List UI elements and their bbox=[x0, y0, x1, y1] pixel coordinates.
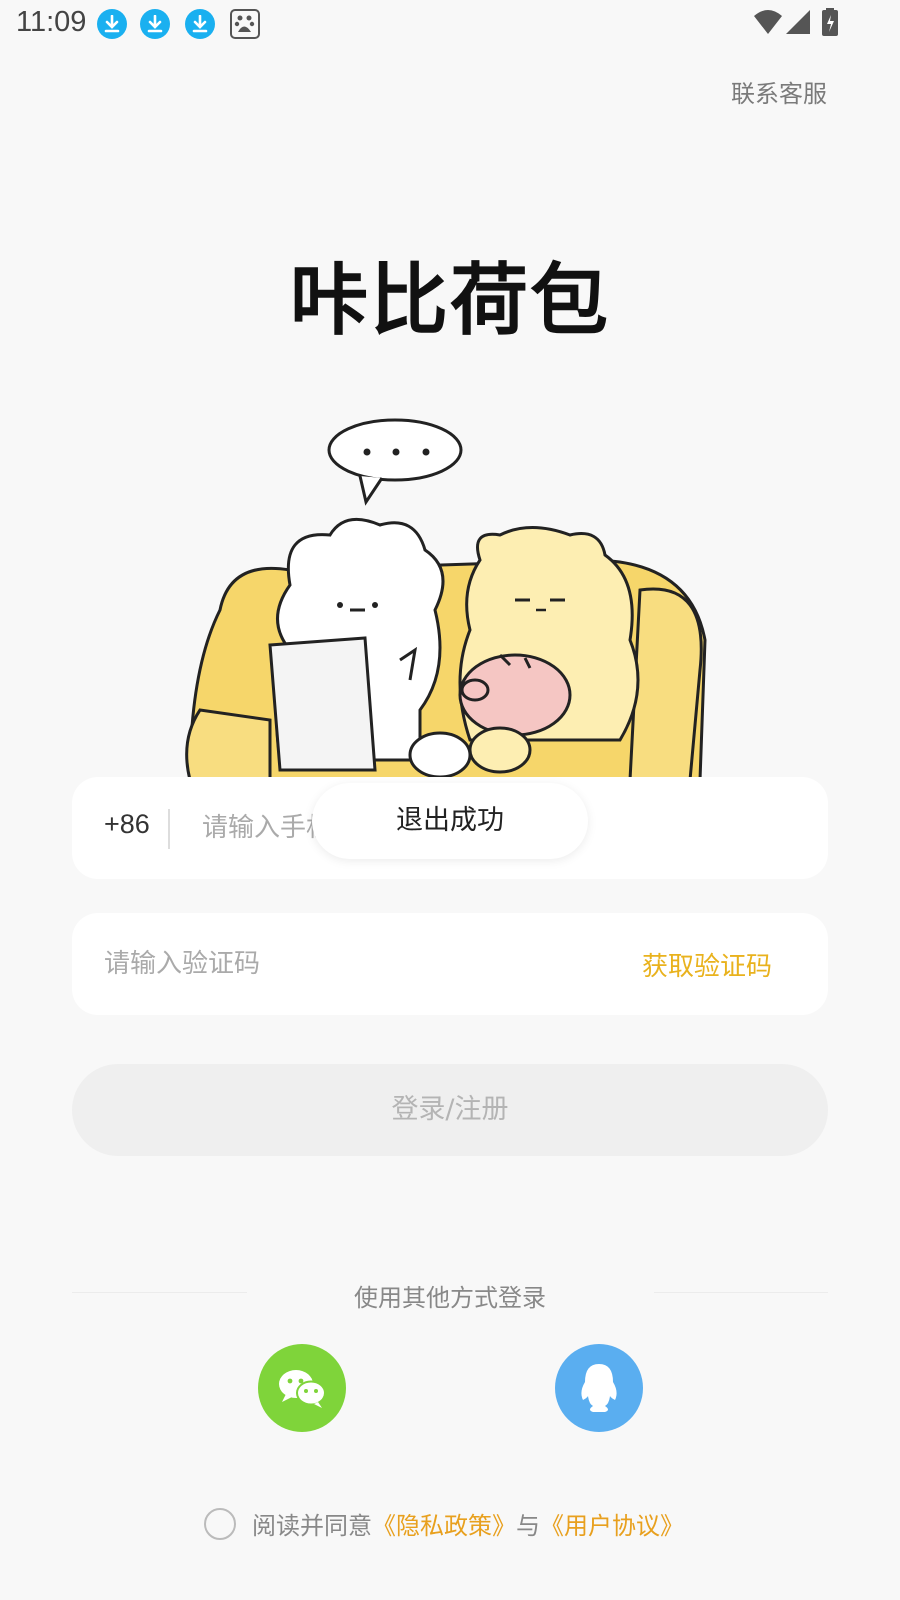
login-register-button[interactable]: 登录/注册 bbox=[72, 1064, 828, 1156]
piggy-bank-icon bbox=[458, 653, 572, 737]
status-time: 11:09 bbox=[16, 6, 87, 38]
other-login-label: 使用其他方式登录 bbox=[354, 1284, 546, 1312]
qq-icon bbox=[581, 1364, 617, 1412]
divider-right bbox=[654, 1292, 828, 1293]
divider bbox=[168, 809, 170, 849]
code-input-card: 获取验证码 bbox=[72, 913, 828, 1015]
user-agreement-link[interactable]: 《用户协议》 bbox=[540, 1512, 684, 1540]
system-icons bbox=[752, 8, 852, 44]
verification-code-input[interactable] bbox=[104, 941, 584, 987]
qq-login-button[interactable] bbox=[555, 1344, 643, 1432]
wechat-icon bbox=[279, 1370, 326, 1408]
signal-icon bbox=[786, 10, 810, 34]
toast-message: 退出成功 bbox=[312, 783, 588, 859]
status-bar: 11:09 bbox=[0, 0, 900, 48]
agreement-prefix: 阅读并同意 bbox=[252, 1512, 372, 1540]
country-code[interactable]: +86 bbox=[104, 809, 150, 840]
contact-support-link[interactable]: 联系客服 bbox=[731, 74, 827, 109]
get-code-button[interactable]: 获取验证码 bbox=[642, 946, 772, 983]
agree-radio-button[interactable] bbox=[204, 1507, 236, 1540]
wifi-icon bbox=[754, 10, 782, 34]
speech-bubble-icon bbox=[327, 418, 463, 506]
app-logo-title: 咔比荷包 bbox=[289, 256, 610, 346]
download-icon bbox=[97, 9, 127, 39]
agreement-joiner: 与 bbox=[516, 1512, 540, 1540]
white-character bbox=[268, 517, 445, 772]
privacy-policy-link[interactable]: 《隐私政策》 bbox=[372, 1512, 516, 1540]
wechat-login-button[interactable] bbox=[258, 1344, 346, 1432]
baidu-icon bbox=[230, 9, 260, 39]
agreement-row: 阅读并同意《隐私政策》与《用户协议》 bbox=[204, 1506, 684, 1542]
download-icon bbox=[140, 9, 170, 39]
download-icon bbox=[185, 9, 215, 39]
